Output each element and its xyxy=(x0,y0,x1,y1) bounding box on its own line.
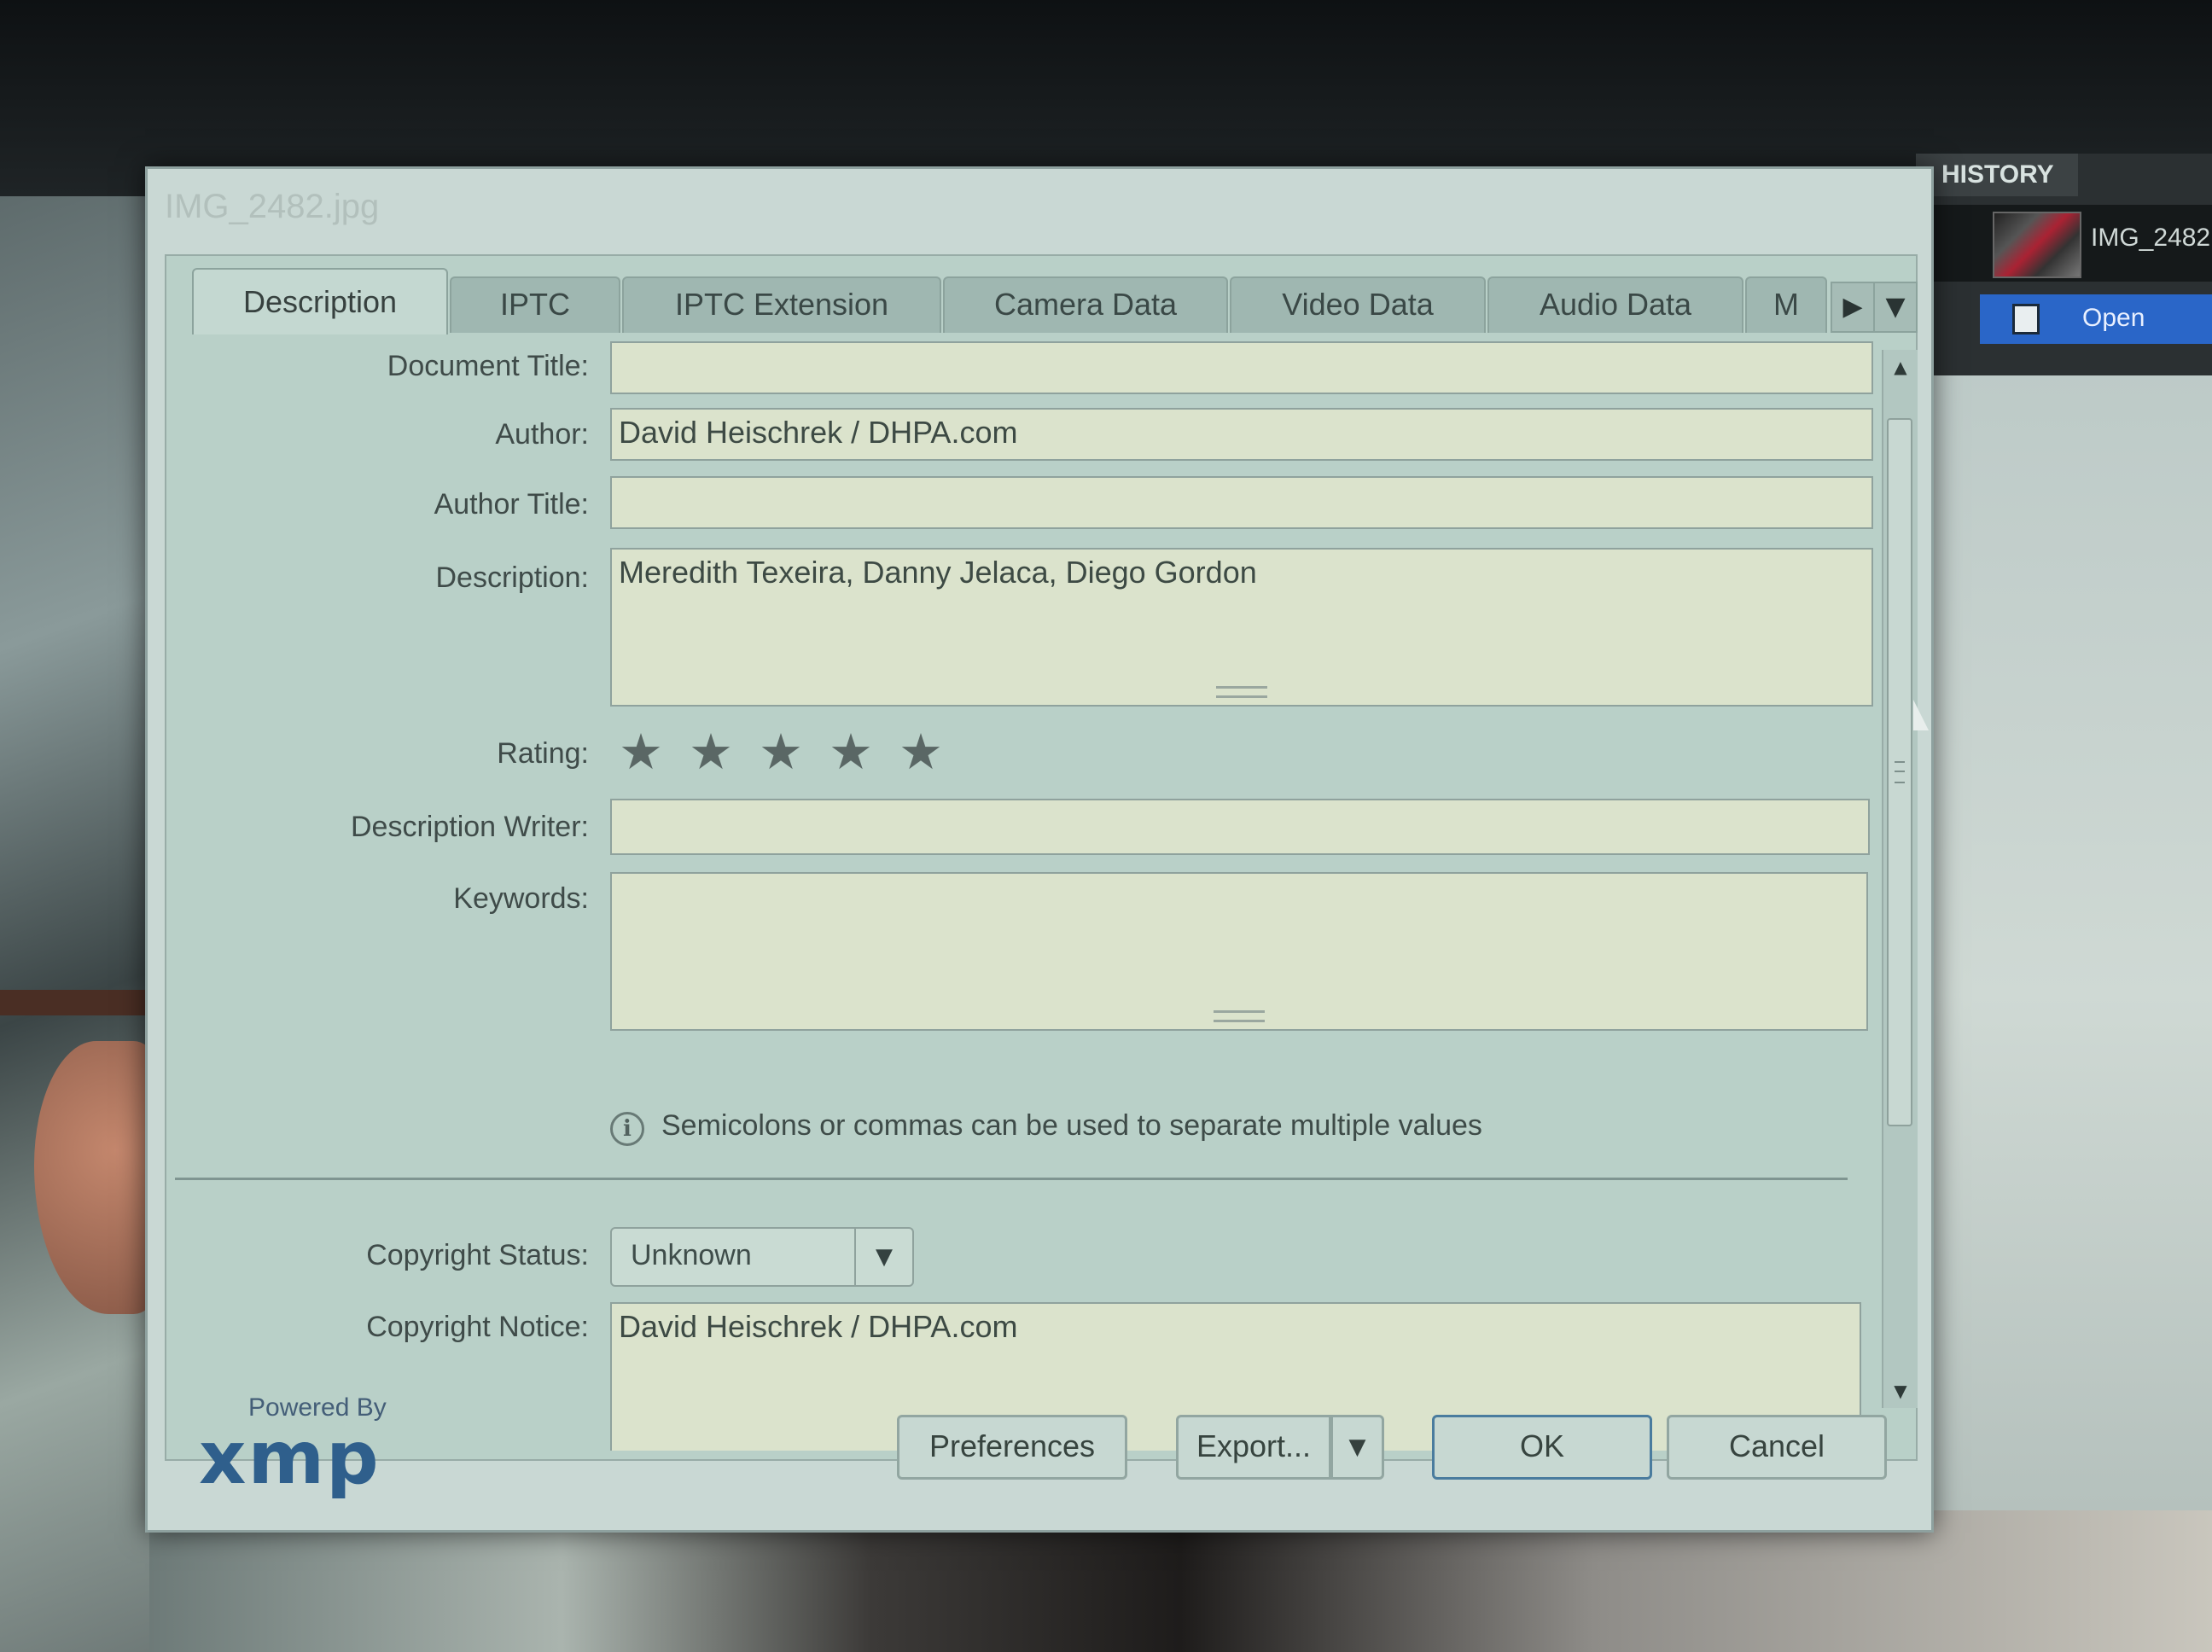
export-menu-button[interactable]: ▼ xyxy=(1331,1415,1384,1480)
keywords-field[interactable] xyxy=(610,872,1868,1031)
tab-audio-data[interactable]: Audio Data xyxy=(1487,276,1743,333)
keywords-label: Keywords: xyxy=(453,882,589,915)
author-title-field[interactable] xyxy=(610,476,1873,529)
resize-grip[interactable] xyxy=(1214,1010,1265,1022)
background-bar xyxy=(0,990,149,1015)
tab-iptc[interactable]: IPTC xyxy=(450,276,620,333)
copyright-status-select[interactable]: Unknown ▼ xyxy=(610,1227,914,1287)
copyright-status-value: Unknown xyxy=(631,1239,752,1271)
background-photo-right xyxy=(1912,196,2212,1527)
content-panel: Description IPTC IPTC Extension Camera D… xyxy=(165,254,1918,1461)
document-title-label: Document Title: xyxy=(387,350,589,382)
xmp-logo: xmp xyxy=(199,1416,381,1501)
triangle-down-icon: ▼ xyxy=(1885,292,1906,322)
info-icon: i xyxy=(610,1112,644,1146)
tab-menu-button[interactable]: ▼ xyxy=(1873,282,1918,333)
copyright-status-label: Copyright Status: xyxy=(366,1239,589,1271)
scroll-down-arrow-icon[interactable]: ▼ xyxy=(1883,1374,1918,1408)
triangle-right-icon: ▶ xyxy=(1842,292,1863,322)
description-writer-field[interactable] xyxy=(610,799,1870,855)
file-info-dialog: IMG_2482.jpg Description IPTC IPTC Exten… xyxy=(145,166,1934,1533)
description-text: Meredith Texeira, Danny Jelaca, Diego Go… xyxy=(619,555,1257,590)
background-photo-left xyxy=(0,196,149,1652)
mouse-cursor-icon xyxy=(1913,700,1929,730)
resize-grip[interactable] xyxy=(1216,686,1267,698)
tab-bar: Description IPTC IPTC Extension Camera D… xyxy=(192,268,1918,334)
description-label: Description: xyxy=(435,561,589,594)
chevron-down-icon: ▼ xyxy=(1348,1434,1366,1460)
scroll-up-arrow-icon[interactable]: ▲ xyxy=(1883,350,1918,384)
star-icon[interactable]: ★ xyxy=(899,727,943,777)
copyright-notice-label: Copyright Notice: xyxy=(366,1311,589,1343)
form-scrollbar[interactable]: ▲ ▼ xyxy=(1882,350,1918,1408)
section-divider xyxy=(175,1178,1848,1180)
history-panel-tab[interactable]: HISTORY xyxy=(1916,154,2078,196)
tab-camera-data[interactable]: Camera Data xyxy=(943,276,1228,333)
history-snapshot-thumbnail xyxy=(1993,212,2081,278)
history-step-label: Open xyxy=(2082,304,2145,332)
tab-video-data[interactable]: Video Data xyxy=(1230,276,1486,333)
tab-more[interactable]: M xyxy=(1745,276,1827,333)
author-label: Author: xyxy=(495,418,589,451)
rating-label: Rating: xyxy=(497,737,589,770)
keywords-hint: Semicolons or commas can be used to sepa… xyxy=(661,1109,1482,1142)
star-icon[interactable]: ★ xyxy=(759,727,803,777)
chevron-down-icon: ▼ xyxy=(854,1229,912,1285)
document-icon xyxy=(2012,304,2040,334)
copyright-notice-text: David Heischrek / DHPA.com xyxy=(619,1309,1018,1344)
ok-button[interactable]: OK xyxy=(1432,1415,1652,1480)
star-icon[interactable]: ★ xyxy=(619,727,663,777)
description-field[interactable]: Meredith Texeira, Danny Jelaca, Diego Go… xyxy=(610,548,1873,707)
tab-scroll-right-button[interactable]: ▶ xyxy=(1831,282,1875,333)
tab-description[interactable]: Description xyxy=(192,268,448,334)
dialog-title: IMG_2482.jpg xyxy=(165,188,380,225)
document-title-field[interactable] xyxy=(610,341,1873,394)
export-button[interactable]: Export... xyxy=(1176,1415,1331,1480)
star-icon[interactable]: ★ xyxy=(829,727,873,777)
star-icon[interactable]: ★ xyxy=(689,727,733,777)
tab-iptc-extension[interactable]: IPTC Extension xyxy=(622,276,941,333)
author-title-label: Author Title: xyxy=(434,488,589,521)
cancel-button[interactable]: Cancel xyxy=(1667,1415,1887,1480)
grip-icon xyxy=(1895,761,1905,783)
description-writer-label: Description Writer: xyxy=(351,811,589,843)
description-form: Document Title: Author: David Heischrek … xyxy=(166,333,1873,1451)
scrollbar-thumb[interactable] xyxy=(1887,418,1912,1126)
history-snapshot-label: IMG_2482.jpg xyxy=(2091,224,2212,252)
author-field[interactable]: David Heischrek / DHPA.com xyxy=(610,408,1873,461)
rating-stars: ★ ★ ★ ★ ★ xyxy=(619,727,960,778)
preferences-button[interactable]: Preferences xyxy=(897,1415,1127,1480)
